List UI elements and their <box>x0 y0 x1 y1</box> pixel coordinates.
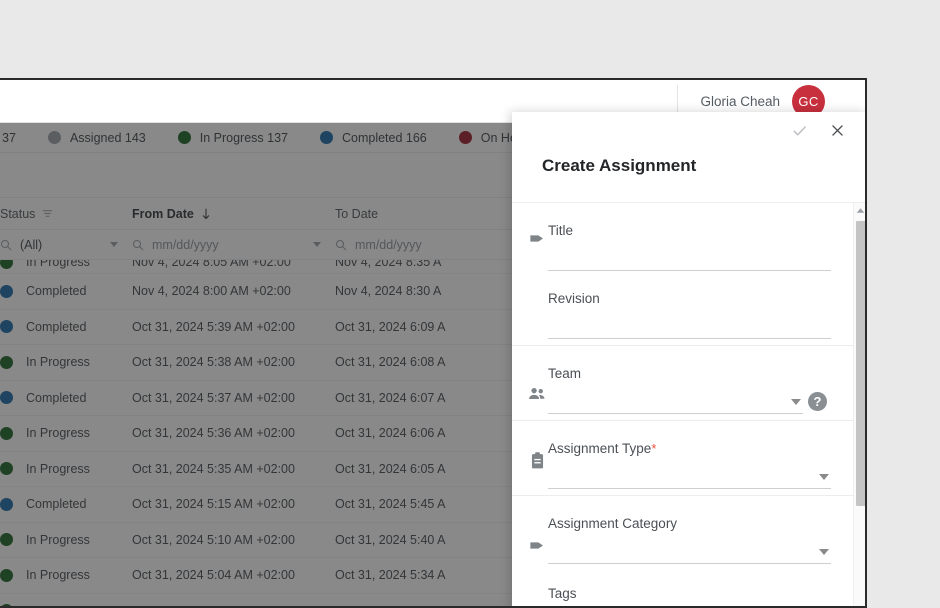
people-icon <box>526 384 548 404</box>
field-group-title: Title Revision <box>512 203 853 346</box>
field-label: Tags <box>548 586 831 601</box>
create-assignment-dialog: Create Assignment Title <box>512 112 867 608</box>
scroll-up-icon[interactable] <box>854 203 867 217</box>
field-label: Revision <box>548 291 831 306</box>
clipboard-icon <box>526 451 548 470</box>
field-group-assignment-category: Assignment Category Tags <box>512 496 853 608</box>
chevron-down-icon[interactable] <box>791 399 801 405</box>
dialog-actions <box>512 112 867 148</box>
field-label-wrap: Assignment Type* <box>548 441 831 456</box>
field-label: Assignment Type <box>548 441 651 456</box>
check-icon[interactable] <box>789 120 809 140</box>
close-icon[interactable] <box>827 120 847 140</box>
chevron-down-icon[interactable] <box>819 474 829 480</box>
help-icon[interactable]: ? <box>808 392 827 411</box>
team-field[interactable]: Team ? <box>548 360 803 414</box>
browser-window: Gloria Cheah GC Open 37 Assigned 143 In … <box>0 78 867 608</box>
assignment-category-field[interactable]: Assignment Category <box>548 510 831 564</box>
dialog-title: Create Assignment <box>512 148 867 202</box>
field-label: Assignment Category <box>548 516 831 531</box>
user-name-label: Gloria Cheah <box>700 94 780 109</box>
field-group-team: Team ? <box>512 346 853 421</box>
tag-icon <box>526 229 548 248</box>
scrollbar-thumb[interactable] <box>856 221 866 506</box>
chevron-down-icon[interactable] <box>819 549 829 555</box>
dialog-body: Title Revision <box>512 202 867 608</box>
dialog-scrollbar[interactable] <box>853 203 867 608</box>
tag-icon <box>526 536 548 555</box>
assignment-type-field[interactable]: Assignment Type* <box>548 435 831 489</box>
revision-field[interactable]: Revision <box>548 285 831 339</box>
desktop-background: Gloria Cheah GC Open 37 Assigned 143 In … <box>0 0 940 600</box>
field-group-assignment-type: Assignment Type* <box>512 421 853 496</box>
dialog-scroll-area: Title Revision <box>512 203 853 608</box>
field-label: Team <box>548 366 803 381</box>
tags-field[interactable]: Tags <box>548 580 831 608</box>
required-asterisk: * <box>651 441 656 456</box>
title-field[interactable]: Title <box>548 217 831 271</box>
field-label: Title <box>548 223 831 238</box>
